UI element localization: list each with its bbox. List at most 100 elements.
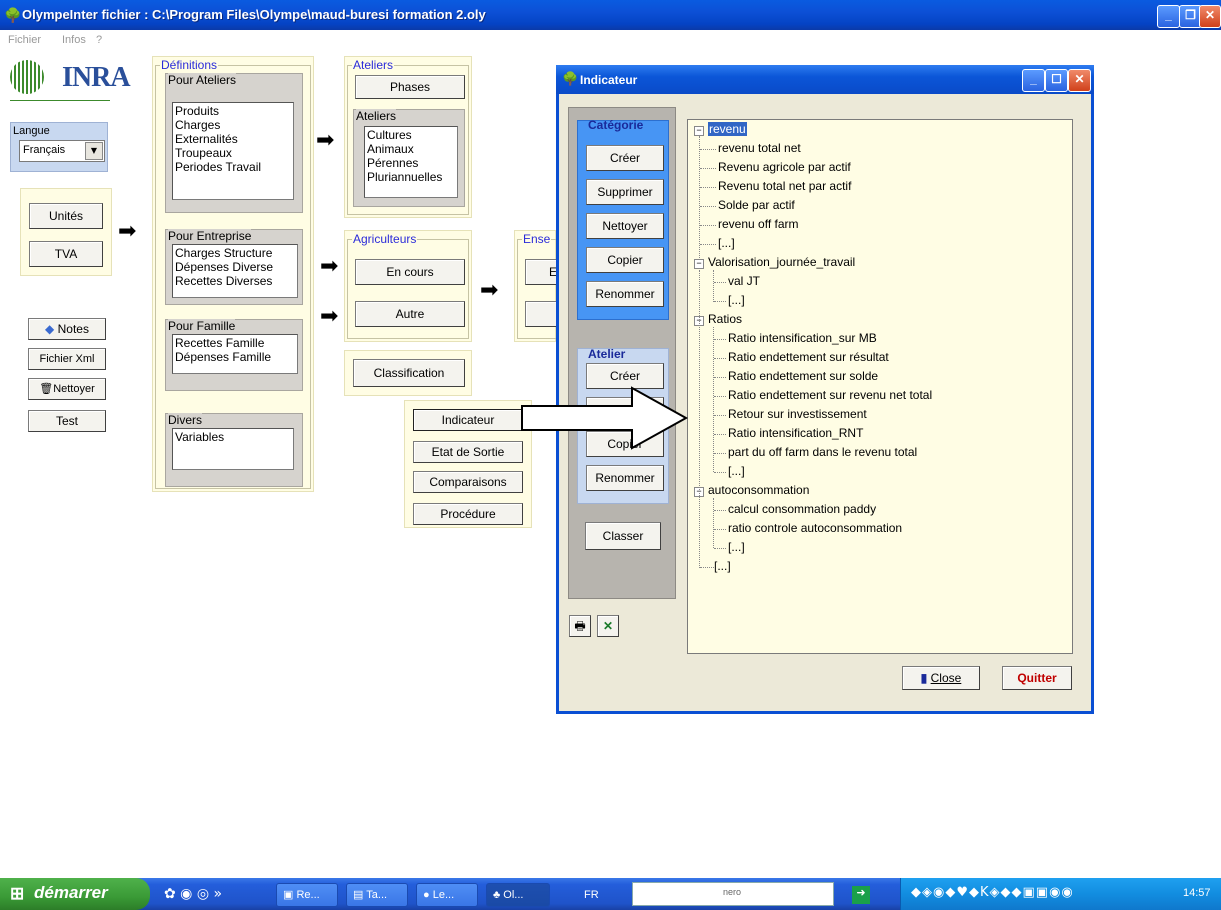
en-cours-button[interactable]: En cours [355,259,465,285]
close-dialog-button[interactable]: ▮ Close [902,666,980,690]
tree-leaf[interactable]: Revenu total net par actif [718,177,851,196]
list-item[interactable]: Troupeaux [175,146,291,160]
unites-button[interactable]: Unités [29,203,103,229]
dialog-minimize-button[interactable]: _ [1022,69,1045,92]
minimize-button[interactable]: _ [1157,5,1180,28]
indicateur-button[interactable]: Indicateur [413,409,523,431]
tree-leaf[interactable]: Revenu agricole par actif [718,158,851,177]
list-item[interactable]: Dépenses Diverse [175,260,295,274]
list-item[interactable]: Externalités [175,132,291,146]
tree-node-autoconsommation[interactable]: autoconsommation [708,481,809,500]
dialog-maximize-button[interactable]: ☐ [1045,69,1068,92]
list-item[interactable]: Produits [175,104,291,118]
pour-ateliers-label: Pour Ateliers [168,73,237,87]
list-item[interactable]: Animaux [367,142,455,156]
indicateur-dialog-titlebar[interactable]: 🌳 Indicateur _ ☐ ✕ [556,65,1094,94]
autre-button[interactable]: Autre [355,301,465,327]
procedure-button[interactable]: Procédure [413,503,523,525]
nettoyer-button[interactable]: 🗑Nettoyer [28,378,106,400]
pour-famille-list[interactable]: Recettes Famille Dépenses Famille [172,334,298,374]
categorie-supprimer-button[interactable]: Supprimer [586,179,664,205]
outputs-panel: Indicateur Etat de Sortie Comparaisons P… [404,400,532,528]
test-button[interactable]: Test [28,410,106,432]
tree-leaf[interactable]: Ratio endettement sur revenu net total [728,386,932,405]
taskbar-item-active[interactable]: ♣ Ol... [486,883,550,907]
tree-leaf[interactable]: Retour sur investissement [728,405,867,424]
tree-leaf[interactable]: [...] [728,538,745,557]
tree-leaf[interactable]: [...] [728,462,745,481]
indicateur-tree[interactable]: − revenu revenu total net Revenu agricol… [687,119,1073,654]
menu-help[interactable]: ? [96,34,102,46]
tree-leaf[interactable]: val JT [728,272,760,291]
tree-leaf[interactable]: calcul consommation paddy [728,500,876,519]
tree-leaf[interactable]: [...] [714,557,731,576]
list-item[interactable]: Recettes Famille [175,336,295,350]
tva-button[interactable]: TVA [29,241,103,267]
taskbar-item[interactable]: ▣ Re... [276,883,338,907]
list-item[interactable]: Pérennes [367,156,455,170]
list-item[interactable]: Variables [175,430,291,444]
fichier-xml-button[interactable]: Fichier Xml [28,348,106,370]
menu-infos[interactable]: Infos [62,34,86,46]
categorie-renommer-button[interactable]: Renommer [586,281,664,307]
tree-node-revenu[interactable]: revenu [708,120,747,139]
nero-search-box[interactable]: nero [632,882,834,906]
chevron-down-icon[interactable]: ▼ [85,142,103,160]
collapse-icon[interactable]: − [694,259,704,269]
menu-fichier[interactable]: Fichier [8,34,41,46]
quicklaunch-icons[interactable]: ✿ ◉ ◎ » [164,886,222,902]
excel-export-button[interactable]: ✕ [597,615,619,637]
tree-leaf[interactable]: part du off farm dans le revenu total [728,443,917,462]
list-item[interactable]: Pluriannuelles [367,170,455,184]
categorie-creer-button[interactable]: Créer [586,145,664,171]
categorie-nettoyer-button[interactable]: Nettoyer [586,213,664,239]
start-button[interactable]: ⊞ démarrer [0,878,150,910]
tree-leaf[interactable]: revenu total net [718,139,801,158]
definitions-panel: Définitions Pour Ateliers Produits Charg… [152,56,314,492]
tree-node-valorisation[interactable]: Valorisation_journée_travail [708,253,855,272]
langue-select[interactable]: Français ▼ [19,140,105,162]
tree-leaf[interactable]: Ratio intensification_sur MB [728,329,877,348]
pour-ateliers-list[interactable]: Produits Charges Externalités Troupeaux … [172,102,294,200]
language-indicator[interactable]: FR [584,889,599,901]
list-item[interactable]: Periodes Travail [175,160,291,174]
tree-leaf[interactable]: Solde par actif [718,196,795,215]
tree-leaf[interactable]: [...] [718,234,735,253]
atelier-label: Atelier [588,347,626,361]
printer-icon: 🖶 [574,619,586,633]
close-button[interactable]: ✕ [1199,5,1221,28]
taskbar-item[interactable]: ● Le... [416,883,478,907]
list-item[interactable]: Dépenses Famille [175,350,295,364]
atelier-renommer-button[interactable]: Renommer [586,465,664,491]
list-item[interactable]: Charges Structure [175,246,295,260]
classification-button[interactable]: Classification [353,359,465,387]
list-item[interactable]: Charges [175,118,291,132]
tree-leaf[interactable]: [...] [728,291,745,310]
etat-de-sortie-button[interactable]: Etat de Sortie [413,441,523,463]
collapse-icon[interactable]: − [694,126,704,136]
tree-leaf[interactable]: ratio controle autoconsommation [728,519,902,538]
print-button[interactable]: 🖶 [569,615,591,637]
tree-leaf[interactable]: Ratio intensification_RNT [728,424,863,443]
dialog-close-button[interactable]: ✕ [1068,69,1091,92]
categorie-copier-button[interactable]: Copier [586,247,664,273]
ateliers-list[interactable]: Cultures Animaux Pérennes Pluriannuelles [364,126,458,198]
list-item[interactable]: Cultures [367,128,455,142]
tree-leaf[interactable]: revenu off farm [718,215,798,234]
phases-button[interactable]: Phases [355,75,465,99]
excel-icon: ✕ [602,619,614,633]
divers-list[interactable]: Variables [172,428,294,470]
agriculteurs-panel: Agriculteurs En cours Autre [344,230,472,342]
classer-button[interactable]: Classer [585,522,661,550]
tree-leaf[interactable]: Ratio endettement sur solde [728,367,878,386]
pour-entreprise-list[interactable]: Charges Structure Dépenses Diverse Recet… [172,244,298,298]
main-titlebar[interactable]: 🌳 OlympeInter fichier : C:\Program Files… [0,0,1221,30]
taskbar-item[interactable]: ▤ Ta... [346,883,408,907]
comparaisons-button[interactable]: Comparaisons [413,471,523,493]
tray-icons[interactable]: ◆◈◉◆♥◆K◈◆◆▣▣◉◉ [911,885,1074,900]
quitter-button[interactable]: Quitter [1002,666,1072,690]
notes-button[interactable]: ◆ Notes [28,318,106,340]
list-item[interactable]: Recettes Diverses [175,274,295,288]
tree-leaf[interactable]: Ratio endettement sur résultat [728,348,889,367]
go-arrow-icon[interactable]: ➜ [852,886,870,904]
